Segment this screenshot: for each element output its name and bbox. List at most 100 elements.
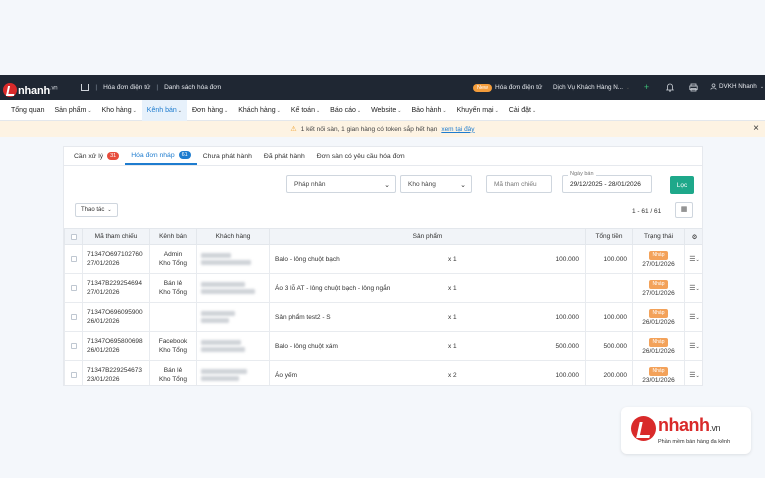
table-row[interactable]: 71347O695800698 26/01/2026 Facebook Kho Tổn… (64, 331, 702, 361)
menu-item[interactable]: Kế toán⌄ (286, 100, 325, 121)
user-menu[interactable]: DVKH Nhanh ⌄ (710, 83, 764, 90)
ref-code[interactable]: 71347B229254694 (87, 279, 149, 288)
tab[interactable]: Chưa phát hành (197, 147, 258, 165)
tab[interactable]: Cần xử lý 31 (68, 147, 125, 165)
row-checkbox[interactable] (70, 372, 77, 378)
ref-code[interactable]: 71347O697102760 (87, 250, 149, 259)
row-menu-icon[interactable]: ☰⌄ (684, 331, 702, 361)
close-icon[interactable]: × (753, 123, 759, 134)
menu-item[interactable]: Website⌄ (366, 100, 406, 121)
menu-item[interactable]: Khuyến mại⌄ (452, 100, 504, 121)
status-badge: Nháp (648, 250, 669, 260)
nhanh-logo[interactable]: nhanh.vn (3, 79, 58, 97)
status-badge: Nháp (648, 279, 669, 289)
customer-phone-redacted (201, 260, 251, 265)
menu-item[interactable]: Sản phẩm⌄ (49, 100, 96, 121)
tab-count-badge: 31 (107, 152, 120, 160)
total-cell: 500.000 (585, 331, 633, 361)
channel-warehouse: Kho Tổng (158, 260, 188, 267)
printer-icon[interactable] (689, 83, 698, 92)
status-date: 26/01/2026 (642, 318, 675, 326)
row-menu-icon[interactable]: ☰⌄ (684, 302, 702, 332)
status-date: 27/01/2026 (642, 260, 675, 268)
product-qty: x 1 (448, 314, 457, 321)
breadcrumb-separator: | (95, 84, 98, 91)
breadcrumb: | Hóa đơn điện tử | Danh sách hóa đơn (81, 84, 221, 91)
customer-phone-redacted (201, 318, 229, 323)
tab-count-badge: 61 (178, 151, 191, 159)
legal-entity-select[interactable]: Pháp nhân ⌄ (286, 175, 396, 193)
product-qty: x 1 (448, 285, 457, 292)
menu-item-label: Sản phẩm (54, 106, 87, 114)
menu-item[interactable]: Báo cáo⌄ (325, 100, 366, 121)
row-menu-icon[interactable]: ☰⌄ (684, 360, 702, 385)
filter-button[interactable]: Lọc (670, 176, 694, 194)
menu-item[interactable]: Đơn hàng⌄ (187, 100, 233, 121)
sale-date-range[interactable]: Ngày bán 29/12/2025 - 28/01/2026 (562, 171, 652, 193)
table-row[interactable]: 71347B229254694 27/01/2026 Bán lẻ Kho Tổng Á… (64, 273, 702, 303)
new-badge: New (473, 83, 493, 92)
channel-cell: Bán lẻ Kho Tổng (149, 360, 197, 385)
select-all-checkbox[interactable] (70, 233, 77, 240)
filter-bar: Pháp nhân ⌄ Kho hàng ⌄ Mã tham chiếu Ngà… (64, 171, 702, 197)
customer-name-redacted (201, 282, 245, 287)
table-row[interactable]: 71347O697102760 27/01/2026 Admin Kho Tổng Ba… (64, 244, 702, 274)
tab[interactable]: Hóa đơn nháp 61 (125, 147, 197, 165)
ref-code-cell: 71347O696095900 26/01/2026 (82, 302, 150, 332)
menu-item[interactable]: Tổng quan (6, 100, 49, 121)
chevron-down-icon: ⌄ (87, 107, 92, 114)
settings-icon[interactable]: ⚙ (684, 228, 702, 245)
ref-code[interactable]: 71347O695800698 (87, 337, 149, 346)
row-checkbox[interactable] (70, 256, 77, 262)
customer-phone-redacted (201, 289, 255, 294)
invoice-panel: Cần xử lý 31 Hóa đơn nháp 61 Chưa phát hành Đ… (63, 146, 703, 386)
table-row[interactable]: 71347B229254673 23/01/2026 Bán lẻ Kho Tổng Á… (64, 360, 702, 385)
menu-item[interactable]: Kho hàng⌄ (97, 100, 142, 121)
col-customer: Khách hàng (196, 228, 270, 245)
einvoice-link[interactable]: Hóa đơn điện tử (495, 84, 542, 91)
row-menu-icon[interactable]: ☰⌄ (684, 244, 702, 274)
einvoice-shortcut[interactable]: New Hóa đơn điện tử (473, 75, 542, 100)
actions-dropdown[interactable]: Thao tác ⌄ (75, 203, 118, 217)
status-cell: Nháp 26/01/2026 (632, 302, 685, 332)
tab-label: Hóa đơn nháp (131, 151, 175, 159)
status-badge: Nháp (648, 308, 669, 318)
status-badge: Nháp (648, 337, 669, 347)
row-menu-icon[interactable]: ☰⌄ (684, 273, 702, 303)
breadcrumb-separator: | (156, 84, 159, 91)
tab-label: Chưa phát hành (202, 152, 252, 160)
tab[interactable]: Đã phát hành (258, 147, 311, 165)
warehouse-select[interactable]: Kho hàng ⌄ (400, 175, 472, 193)
service-dropdown[interactable]: Dịch Vụ Khách Hàng N... ⌄ (553, 84, 630, 91)
bell-icon[interactable] (665, 83, 674, 92)
ref-date: 23/01/2026 (87, 376, 120, 383)
row-checkbox[interactable] (70, 314, 77, 320)
breadcrumb-invoice-list[interactable]: Danh sách hóa đơn (164, 84, 221, 91)
table-row[interactable]: 71347O696095900 26/01/2026 Sản phẩm test2 … (64, 302, 702, 332)
chevron-down-icon: ⌄ (460, 182, 466, 189)
plus-icon[interactable]: + (642, 83, 651, 92)
product-name: Áo 3 lỗ AT - lông chuột bạch - lông ngắn (275, 284, 391, 292)
ref-code-input[interactable]: Mã tham chiếu (486, 175, 552, 193)
menu-item[interactable]: Khách hàng⌄ (233, 100, 286, 121)
product-price: 100.000 (555, 314, 580, 321)
tab[interactable]: Đơn sàn có yêu cầu hóa đơn (311, 147, 411, 165)
channel-name: Admin (163, 251, 183, 258)
product-qty: x 1 (448, 343, 457, 350)
home-icon[interactable] (81, 84, 90, 91)
customer-phone-redacted (201, 376, 239, 381)
legal-entity-placeholder: Pháp nhân (294, 180, 326, 188)
menu-item[interactable]: Cài đặt⌄ (504, 100, 541, 121)
ref-code[interactable]: 71347O696095900 (87, 308, 149, 317)
menu-item[interactable]: Kênh bán⌄ (141, 99, 187, 121)
product-name: Balo - lông chuột xám (275, 342, 338, 350)
col-channel: Kênh bán (149, 228, 197, 245)
ref-code[interactable]: 71347B229254673 (87, 366, 149, 375)
notice-view-link[interactable]: xem tại đây (441, 126, 474, 133)
column-settings-icon[interactable]: ▦ (675, 202, 693, 218)
chevron-down-icon: ⌄ (224, 107, 229, 114)
menu-item[interactable]: Bảo hành⌄ (406, 100, 451, 121)
row-checkbox[interactable] (70, 285, 77, 291)
breadcrumb-einvoice[interactable]: Hóa đơn điện tử (103, 84, 150, 91)
row-checkbox[interactable] (70, 343, 77, 349)
